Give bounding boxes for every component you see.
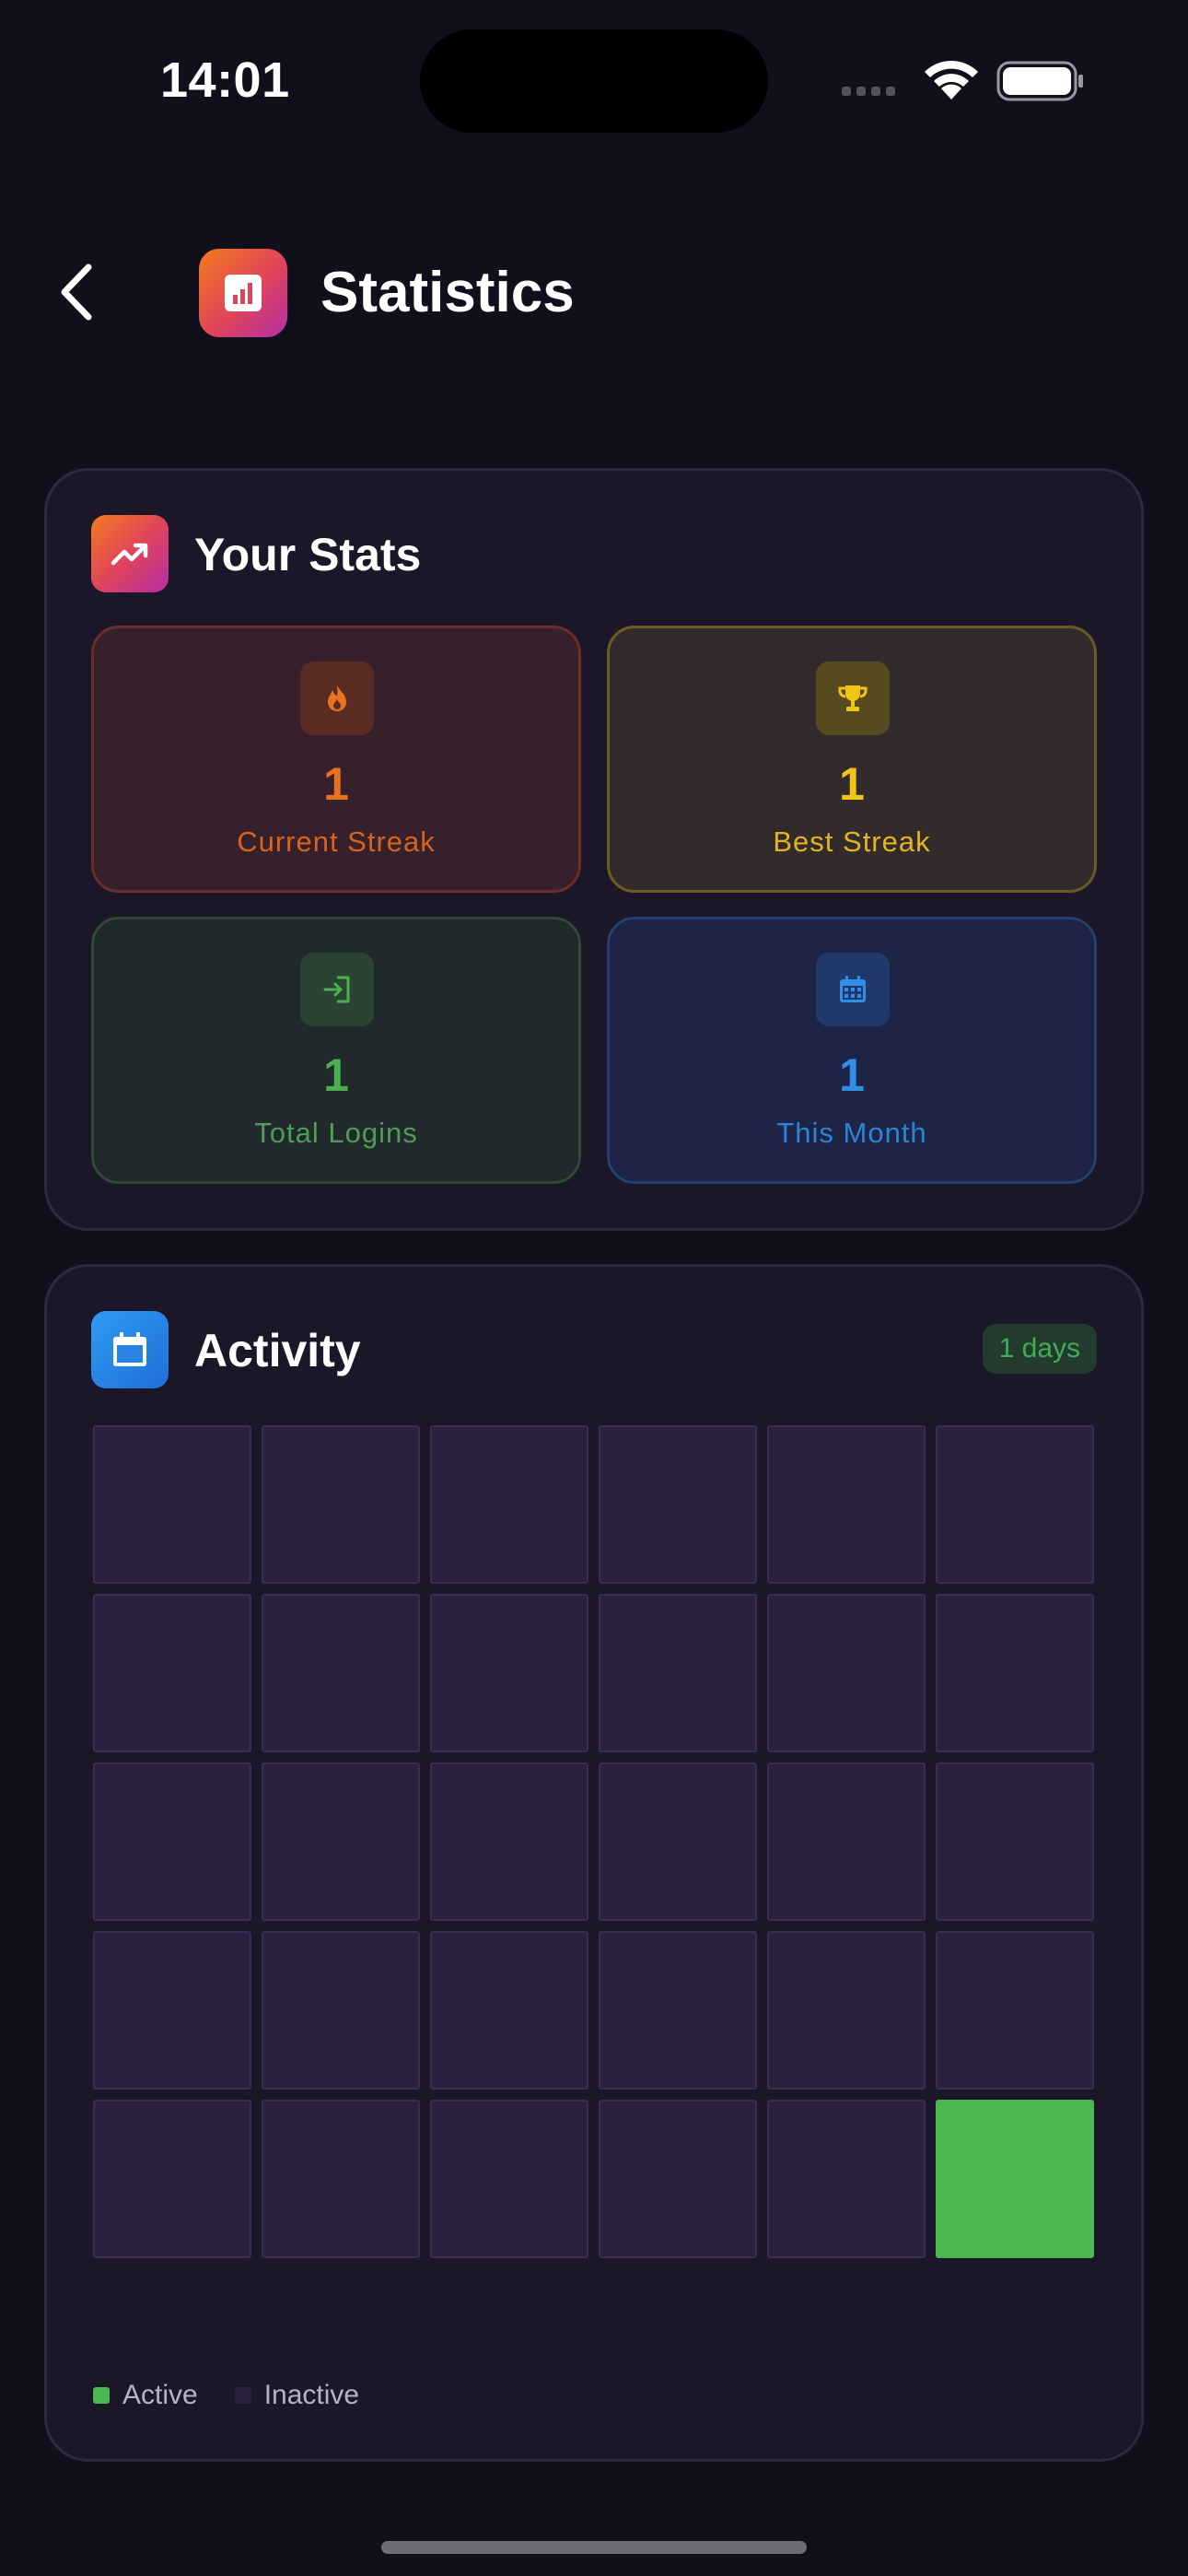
activity-grid [93,1425,1094,2258]
current-streak-label: Current Streak [237,825,436,858]
activity-cell [767,1931,926,2090]
activity-legend: Active Inactive [93,2380,396,2411]
total-logins-label: Total Logins [254,1117,418,1149]
activity-cell [93,1425,251,1584]
calendar-icon [91,1311,169,1388]
activity-cell [93,1594,251,1752]
activity-cell [767,1594,926,1752]
activity-cell [93,1931,251,2090]
activity-cell [936,1594,1094,1752]
activity-cell [599,2100,757,2258]
trophy-icon [816,662,890,735]
activity-cell [430,1931,588,2090]
activity-cell [599,1425,757,1584]
activity-cell [93,1762,251,1921]
current-streak-tile: 1 Current Streak [91,626,581,893]
current-streak-value: 1 [323,758,349,810]
home-indicator [381,2541,807,2554]
best-streak-label: Best Streak [773,825,931,858]
page-title: Statistics [320,261,575,324]
activity-cell-active [936,2100,1094,2258]
legend-inactive: Inactive [234,2380,360,2411]
flame-icon [300,662,374,735]
activity-card: Activity 1 days Active Inactive [44,1264,1144,2462]
legend-active-swatch [93,2387,110,2404]
this-month-value: 1 [839,1049,865,1101]
activity-cell [767,1425,926,1584]
active-days-badge: 1 days [982,1324,1097,1374]
legend-active-label: Active [122,2380,198,2410]
activity-cell [430,2100,588,2258]
this-month-tile: 1 This Month [607,917,1097,1184]
legend-inactive-swatch [234,2387,251,2404]
total-logins-value: 1 [323,1049,349,1101]
activity-cell [430,1762,588,1921]
cellular-signal-icon [842,87,895,96]
this-month-label: This Month [776,1117,927,1149]
status-time: 14:01 [160,53,290,108]
wifi-icon [925,60,978,100]
activity-cell [430,1594,588,1752]
activity-title: Activity [194,1325,361,1376]
total-logins-tile: 1 Total Logins [91,917,581,1184]
activity-cell [262,2100,420,2258]
legend-inactive-label: Inactive [263,2380,360,2410]
back-button[interactable] [53,260,99,324]
best-streak-tile: 1 Best Streak [607,626,1097,893]
activity-cell [936,1762,1094,1921]
stats-card: Your Stats 1 Current Streak 1 Best Strea… [44,468,1144,1231]
battery-icon [996,61,1083,101]
activity-cell [599,1931,757,2090]
activity-cell [430,1425,588,1584]
activity-cell [599,1762,757,1921]
activity-cell [262,1425,420,1584]
activity-cell [262,1931,420,2090]
login-icon [300,953,374,1026]
best-streak-value: 1 [839,758,865,810]
activity-cell [262,1594,420,1752]
legend-active: Active [93,2380,198,2411]
stats-title: Your Stats [194,529,422,580]
calendar-icon [816,953,890,1026]
activity-cell [936,1931,1094,2090]
trending-up-icon [91,515,169,592]
bar-chart-icon [199,249,287,337]
activity-cell [599,1594,757,1752]
activity-cell [93,2100,251,2258]
activity-cell [262,1762,420,1921]
activity-cell [936,1425,1094,1584]
activity-cell [767,2100,926,2258]
dynamic-island [420,29,768,133]
activity-cell [767,1762,926,1921]
